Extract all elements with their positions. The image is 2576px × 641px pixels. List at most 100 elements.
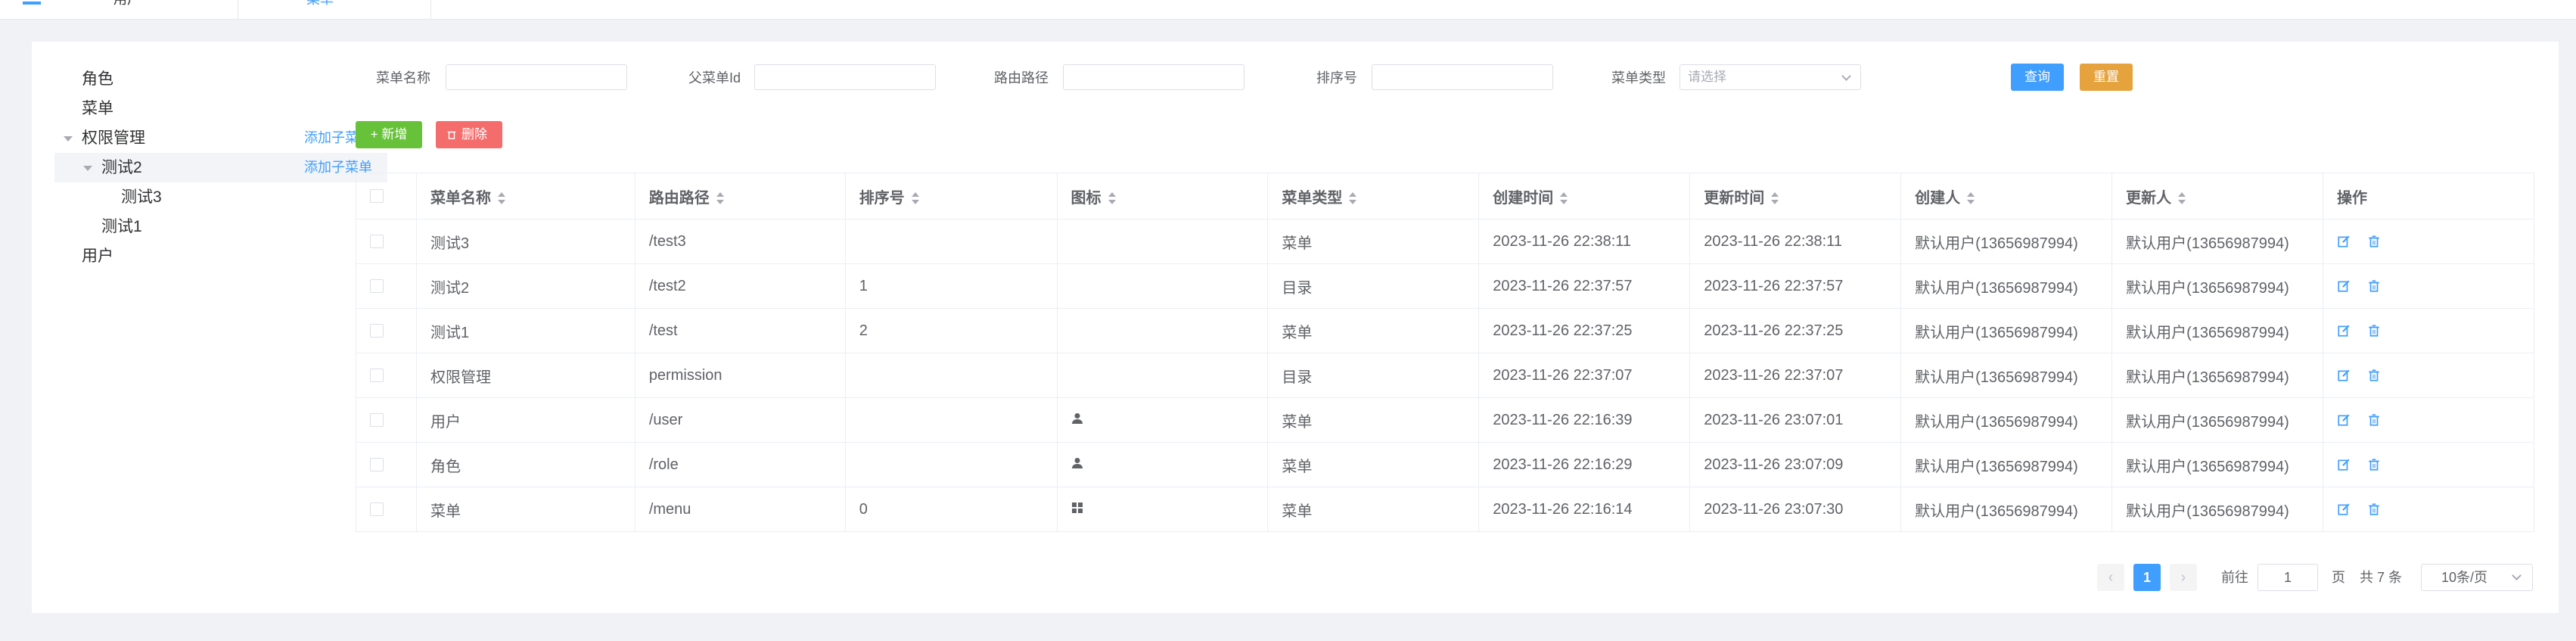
column-header[interactable]: 图标: [1057, 173, 1269, 219]
next-page-button[interactable]: ›: [2170, 564, 2197, 591]
table-row[interactable]: 测试1/test 2 菜单 2023-11-26 22:37:25 2023-11-26…: [356, 308, 2534, 353]
edit-icon[interactable]: [2337, 413, 2351, 427]
edit-icon[interactable]: [2337, 279, 2351, 293]
row-select-cell[interactable]: [356, 397, 417, 443]
table-row[interactable]: 测试3/test3 菜单 2023-11-26 22:38:11 2023-11-26…: [356, 219, 2534, 264]
edit-icon[interactable]: [2337, 458, 2351, 471]
delete-icon[interactable]: [2367, 235, 2381, 248]
row-select-cell[interactable]: [356, 442, 417, 487]
row-checkbox[interactable]: [370, 503, 384, 517]
row-checkbox[interactable]: [370, 235, 384, 249]
column-header[interactable]: 创建人: [1900, 173, 2113, 219]
row-select-cell[interactable]: [356, 308, 417, 353]
column-header[interactable]: 菜单名称: [416, 173, 635, 219]
sort-icon[interactable]: [716, 191, 725, 205]
sort-icon[interactable]: [1348, 191, 1357, 205]
delete-icon[interactable]: [2367, 458, 2381, 471]
cell-updated: 2023-11-26 23:07:09: [1689, 442, 1902, 487]
row-checkbox[interactable]: [370, 369, 384, 383]
table-row[interactable]: 测试2/test2 1 目录 2023-11-26 22:37:57 2023-11-2…: [356, 263, 2534, 309]
row-checkbox[interactable]: [370, 458, 384, 472]
table-row[interactable]: 权限管理 permission 目录 2023-11-26 22:37:07 2023-…: [356, 353, 2534, 398]
select-all-checkbox[interactable]: [370, 189, 384, 204]
add-button[interactable]: + 新增: [356, 121, 422, 148]
total-count-label: 共 7 条: [2360, 570, 2403, 585]
delete-icon[interactable]: [2367, 503, 2381, 516]
row-select-cell[interactable]: [356, 353, 417, 398]
edit-icon[interactable]: [2337, 369, 2351, 382]
column-title: 路由路径: [648, 189, 710, 207]
reset-button[interactable]: 重置: [2080, 64, 2133, 91]
query-button[interactable]: 查询: [2011, 64, 2064, 91]
select-all-cell[interactable]: [356, 173, 417, 219]
caret-down-icon[interactable]: [64, 136, 73, 142]
sort-icon[interactable]: [1966, 191, 1975, 205]
tab-menu[interactable]: 菜单: [238, 0, 431, 20]
delete-button[interactable]: 删除: [436, 121, 502, 148]
main-card: 角色 菜单 权限管理 添加子菜单 测试2 添加子菜单 测试3 测试1 用户 菜单…: [32, 42, 2559, 613]
sort-icon[interactable]: [497, 191, 506, 205]
menu-type-placeholder: 请选择: [1688, 70, 1726, 84]
tree-node-test3[interactable]: 测试3: [54, 182, 387, 212]
edit-icon[interactable]: [2337, 503, 2351, 516]
row-checkbox[interactable]: [370, 279, 384, 294]
tab-menu-label: 菜单: [306, 0, 334, 6]
table-row[interactable]: 用户/user 菜单 2023-11-26 22:16:39 2023-11-26 2…: [356, 397, 2534, 443]
cell-sort: [845, 442, 1058, 487]
column-header[interactable]: 更新时间: [1689, 173, 1902, 219]
cell-actions: [2323, 487, 2534, 532]
tree-node-test1[interactable]: 测试1: [54, 212, 387, 241]
sort-icon[interactable]: [1108, 191, 1117, 205]
sort-icon[interactable]: [1770, 191, 1779, 205]
tree-node-role[interactable]: 角色: [54, 64, 387, 94]
delete-icon[interactable]: [2367, 324, 2381, 338]
tree-node-label: 角色: [82, 70, 113, 88]
tree-node-menu[interactable]: 菜单: [54, 94, 387, 123]
caret-down-icon[interactable]: [83, 166, 92, 171]
tree-node-label: 测试3: [121, 188, 162, 206]
cell-creator: 默认用户(13656987994): [1900, 397, 2113, 443]
column-header[interactable]: 排序号: [845, 173, 1058, 219]
prev-page-button[interactable]: ‹: [2097, 564, 2124, 591]
cell-updater: 默认用户(13656987994): [2111, 397, 2324, 443]
table-row[interactable]: 角色/role 菜单 2023-11-26 22:16:29 2023-11-26 2…: [356, 442, 2534, 487]
column-header[interactable]: 创建时间: [1478, 173, 1691, 219]
tree-node-test2[interactable]: 测试2 添加子菜单: [54, 153, 387, 182]
sort-icon[interactable]: [1559, 191, 1568, 205]
goto-page-input[interactable]: 1: [2257, 564, 2318, 591]
column-header[interactable]: 路由路径: [635, 173, 846, 219]
sort-input[interactable]: [1372, 64, 1553, 90]
sort-icon[interactable]: [2177, 191, 2186, 205]
edit-icon[interactable]: [2337, 235, 2351, 248]
cell-actions: [2323, 263, 2534, 309]
menu-type-select[interactable]: 请选择: [1680, 64, 1861, 90]
tab-user[interactable]: 用户: [15, 0, 238, 20]
delete-icon[interactable]: [2367, 369, 2381, 382]
cell-name: 权限管理: [416, 353, 635, 398]
row-checkbox[interactable]: [370, 324, 384, 338]
route-input[interactable]: [1063, 64, 1244, 90]
cell-sort: [845, 353, 1058, 398]
edit-icon[interactable]: [2337, 324, 2351, 338]
tree-node-label: 测试2: [101, 159, 142, 176]
row-select-cell[interactable]: [356, 219, 417, 264]
delete-icon[interactable]: [2367, 413, 2381, 427]
column-header: 操作: [2323, 173, 2534, 219]
sort-icon[interactable]: [911, 191, 920, 205]
tree-node-permission[interactable]: 权限管理 添加子菜单: [54, 123, 387, 153]
table-row[interactable]: 菜单/menu 0 菜单 2023-11-26 22:16:14 2023-11-26 …: [356, 487, 2534, 532]
page-number-button[interactable]: 1: [2133, 564, 2161, 591]
parent-id-input[interactable]: [754, 64, 936, 90]
cell-name: 测试2: [416, 263, 635, 309]
row-select-cell[interactable]: [356, 487, 417, 532]
column-header[interactable]: 菜单类型: [1267, 173, 1480, 219]
menu-name-input[interactable]: [446, 64, 627, 90]
tree-node-user[interactable]: 用户: [54, 241, 387, 271]
page-size-select[interactable]: 10条/页: [2421, 564, 2533, 591]
row-checkbox[interactable]: [370, 413, 384, 428]
cell-route: /role: [635, 442, 846, 487]
row-select-cell[interactable]: [356, 263, 417, 309]
delete-icon[interactable]: [2367, 279, 2381, 293]
column-header[interactable]: 更新人: [2111, 173, 2324, 219]
cell-created: 2023-11-26 22:16:14: [1478, 487, 1691, 532]
